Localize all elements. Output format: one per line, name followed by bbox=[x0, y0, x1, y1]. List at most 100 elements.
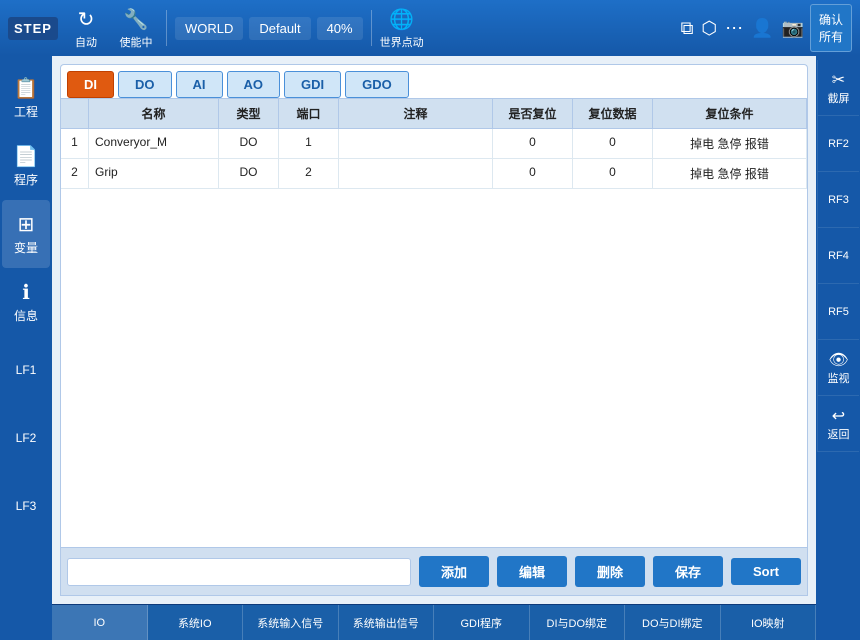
bottom-tab-io[interactable]: IO bbox=[52, 605, 148, 640]
sidebar-label-program: 程序 bbox=[14, 171, 38, 188]
row1-comment bbox=[339, 129, 493, 158]
logo: STEP bbox=[8, 17, 58, 40]
tab-ao[interactable]: AO bbox=[227, 71, 281, 98]
monitor-label: 监视 bbox=[828, 370, 850, 386]
bottom-tab-sys-input[interactable]: 系统输入信号 bbox=[243, 605, 339, 640]
row1-name: Converyor_M bbox=[89, 129, 219, 158]
camera-icon[interactable]: 📷 bbox=[782, 18, 804, 39]
right-item-rf5[interactable]: RF5 bbox=[817, 284, 859, 340]
table-row[interactable]: 2 Grip DO 2 0 0 掉电 急停 报错 bbox=[61, 159, 807, 189]
auto-label: 自动 bbox=[75, 34, 97, 50]
rf3-label: RF3 bbox=[828, 194, 849, 206]
add-button[interactable]: 添加 bbox=[419, 556, 489, 587]
tab-di[interactable]: DI bbox=[67, 71, 114, 98]
right-item-screenshot[interactable]: ✂ 截屏 bbox=[817, 60, 859, 116]
tab-gdo[interactable]: GDO bbox=[345, 71, 409, 98]
bottom-tab-sys-output[interactable]: 系统输出信号 bbox=[339, 605, 435, 640]
right-item-rf4[interactable]: RF4 bbox=[817, 228, 859, 284]
confirm-label: 确认所有 bbox=[819, 13, 843, 44]
right-item-rf3[interactable]: RF3 bbox=[817, 172, 859, 228]
sidebar-item-lf1[interactable]: LF1 bbox=[2, 336, 50, 404]
user-icon[interactable]: 👤 bbox=[751, 18, 773, 39]
variable-icon: ⊞ bbox=[18, 212, 35, 237]
top-icons: ⧉ ⬡ ⋯ 👤 📷 bbox=[681, 18, 804, 39]
sidebar-label-variable: 变量 bbox=[14, 239, 38, 256]
enable-icon: 🔧 bbox=[124, 7, 149, 32]
row2-reset-data: 0 bbox=[573, 159, 653, 188]
col-name: 名称 bbox=[89, 99, 219, 128]
row2-type: DO bbox=[219, 159, 279, 188]
world-label[interactable]: WORLD bbox=[175, 17, 243, 40]
row1-port: 1 bbox=[279, 129, 339, 158]
row2-num: 2 bbox=[61, 159, 89, 188]
globe-icon: 🌐 bbox=[389, 7, 414, 32]
separator2 bbox=[371, 10, 372, 46]
table-header: 名称 类型 端口 注释 是否复位 复位数据 复位条件 bbox=[61, 99, 807, 129]
input-field[interactable] bbox=[67, 558, 411, 586]
sort-button[interactable]: Sort bbox=[731, 558, 801, 585]
tab-bar: DI DO AI AO GDI GDO bbox=[60, 64, 808, 98]
copy-icon[interactable]: ⧉ bbox=[681, 18, 694, 39]
cube-icon[interactable]: ⬡ bbox=[701, 18, 717, 39]
zoom-label[interactable]: 40% bbox=[317, 17, 363, 40]
row1-reset: 0 bbox=[493, 129, 573, 158]
bottom-tab-system-io[interactable]: 系统IO bbox=[148, 605, 244, 640]
col-reset-data: 复位数据 bbox=[573, 99, 653, 128]
top-bar: STEP ↻ 自动 🔧 使能中 WORLD Default 40% 🌐 世界点动… bbox=[0, 0, 860, 56]
sidebar-item-lf2[interactable]: LF2 bbox=[2, 404, 50, 472]
default-label[interactable]: Default bbox=[249, 17, 310, 40]
row2-reset-cond: 掉电 急停 报错 bbox=[653, 159, 807, 188]
row1-reset-data: 0 bbox=[573, 129, 653, 158]
back-icon: ↩ bbox=[832, 406, 845, 426]
sidebar-item-variable[interactable]: ⊞ 变量 bbox=[2, 200, 50, 268]
left-sidebar: 📋 工程 📄 程序 ⊞ 变量 ℹ 信息 LF1 LF2 LF3 bbox=[0, 56, 52, 640]
row2-reset: 0 bbox=[493, 159, 573, 188]
rf2-label: RF2 bbox=[828, 138, 849, 150]
bottom-tab-di-do[interactable]: DI与DO绑定 bbox=[530, 605, 626, 640]
lf2-label: LF2 bbox=[16, 431, 37, 445]
data-table: 名称 类型 端口 注释 是否复位 复位数据 复位条件 1 Converyor_M… bbox=[60, 98, 808, 548]
program-icon: 📄 bbox=[14, 144, 39, 169]
right-item-monitor[interactable]: 👁 监视 bbox=[817, 340, 859, 396]
bottom-tab-do-di[interactable]: DO与DI绑定 bbox=[625, 605, 721, 640]
right-sidebar: ✂ 截屏 RF2 RF3 RF4 RF5 👁 监视 ↩ 返回 bbox=[816, 56, 860, 640]
screenshot-label: 截屏 bbox=[828, 90, 850, 106]
enable-button[interactable]: 🔧 使能中 bbox=[114, 7, 158, 50]
sidebar-item-lf3[interactable]: LF3 bbox=[2, 472, 50, 540]
lf3-label: LF3 bbox=[16, 499, 37, 513]
row2-comment bbox=[339, 159, 493, 188]
tab-do[interactable]: DO bbox=[118, 71, 172, 98]
col-type: 类型 bbox=[219, 99, 279, 128]
auto-icon: ↻ bbox=[78, 7, 95, 32]
row2-name: Grip bbox=[89, 159, 219, 188]
right-item-rf2[interactable]: RF2 bbox=[817, 116, 859, 172]
world-jog-button[interactable]: 🌐 世界点动 bbox=[380, 7, 424, 50]
tab-ai[interactable]: AI bbox=[176, 71, 223, 98]
dots-icon[interactable]: ⋯ bbox=[725, 18, 743, 39]
col-comment: 注释 bbox=[339, 99, 493, 128]
monitor-icon: 👁 bbox=[828, 350, 848, 370]
col-port: 端口 bbox=[279, 99, 339, 128]
sidebar-item-program[interactable]: 📄 程序 bbox=[2, 132, 50, 200]
content-area: DI DO AI AO GDI GDO 名称 类型 端口 注释 是否复位 复位数… bbox=[52, 56, 816, 604]
bottom-tab-gdi[interactable]: GDI程序 bbox=[434, 605, 530, 640]
col-num bbox=[61, 99, 89, 128]
bottom-tab-io-map[interactable]: IO映射 bbox=[721, 605, 817, 640]
delete-button[interactable]: 删除 bbox=[575, 556, 645, 587]
confirm-button[interactable]: 确认所有 bbox=[810, 4, 852, 52]
col-reset: 是否复位 bbox=[493, 99, 573, 128]
screenshot-icon: ✂ bbox=[832, 70, 845, 90]
sidebar-item-info[interactable]: ℹ 信息 bbox=[2, 268, 50, 336]
save-button[interactable]: 保存 bbox=[653, 556, 723, 587]
sidebar-label-info: 信息 bbox=[14, 307, 38, 324]
row2-port: 2 bbox=[279, 159, 339, 188]
edit-button[interactable]: 编辑 bbox=[497, 556, 567, 587]
tab-gdi[interactable]: GDI bbox=[284, 71, 341, 98]
table-row[interactable]: 1 Converyor_M DO 1 0 0 掉电 急停 报错 bbox=[61, 129, 807, 159]
row1-type: DO bbox=[219, 129, 279, 158]
sidebar-item-project[interactable]: 📋 工程 bbox=[2, 64, 50, 132]
auto-button[interactable]: ↻ 自动 bbox=[64, 7, 108, 50]
right-item-back[interactable]: ↩ 返回 bbox=[817, 396, 859, 452]
col-reset-cond: 复位条件 bbox=[653, 99, 807, 128]
project-icon: 📋 bbox=[14, 76, 39, 101]
